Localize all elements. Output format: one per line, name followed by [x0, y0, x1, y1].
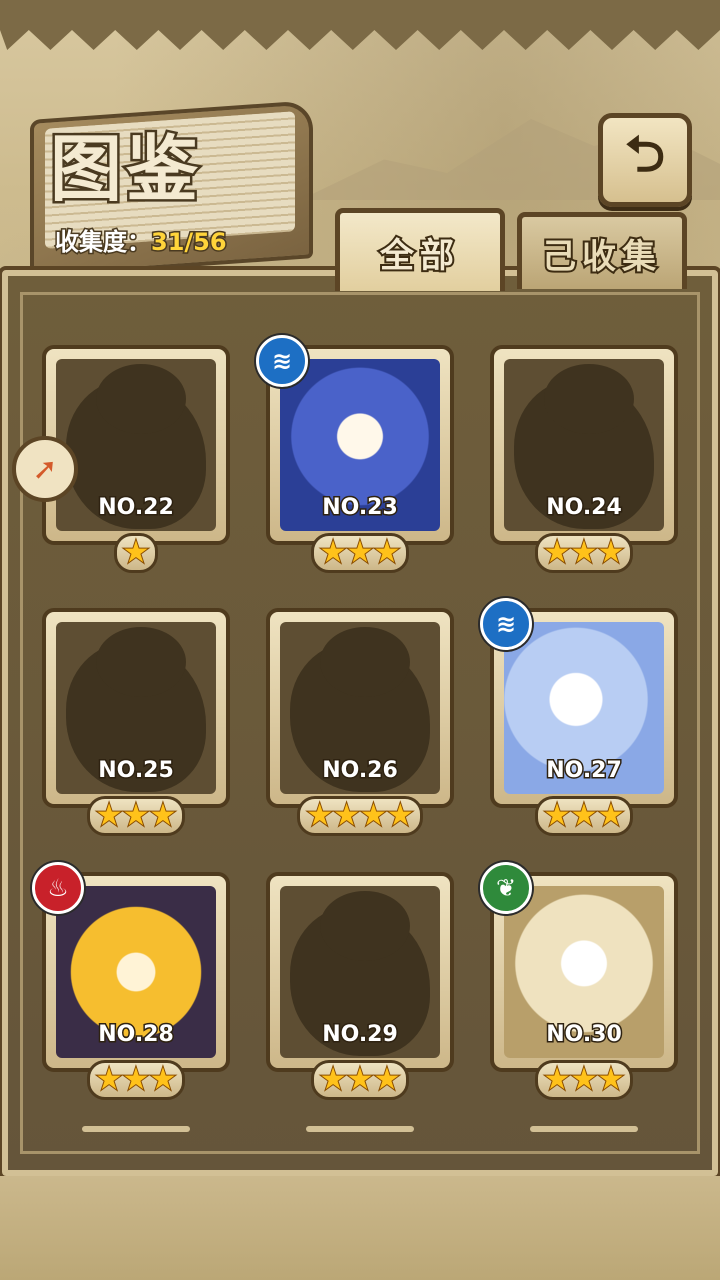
star-icons: ★★★ [319, 535, 402, 570]
card-number: NO.28 [97, 1021, 176, 1049]
collection-label: 收集度： [54, 227, 153, 258]
card-number: NO.23 [321, 494, 400, 522]
tab-all[interactable]: 全部 [335, 208, 505, 291]
water-element-icon: ≋ [480, 598, 532, 650]
star-icons: ★★★ [95, 798, 178, 833]
star-icons: ★ [122, 535, 151, 570]
star-rating: ★★★ [266, 533, 454, 573]
star-rating: ★★★ [490, 533, 678, 573]
card-number: NO.29 [321, 1021, 400, 1049]
star-rating: ★★★★ [266, 796, 454, 836]
star-icons: ★★★ [543, 798, 626, 833]
wind-element-icon: ❦ [480, 862, 532, 914]
tab-collected[interactable]: 己收集 [517, 212, 687, 289]
card-no-24[interactable]: NO.24 ★★★ [490, 345, 678, 573]
card-number: NO.27 [545, 757, 624, 785]
back-arrow-icon: ⮌ [624, 124, 666, 183]
card-no-28[interactable]: ♨ NO.28 ★★★ [32, 862, 230, 1100]
next-row-card-edge [82, 1126, 190, 1132]
card-no-26[interactable]: NO.26 ★★★★ [266, 608, 454, 836]
card-number: NO.22 [97, 494, 176, 522]
card-number: NO.25 [97, 757, 176, 785]
next-row-card-edge [306, 1126, 414, 1132]
star-rating: ★★★ [490, 1060, 678, 1100]
card-no-25[interactable]: NO.25 ★★★ [42, 608, 230, 836]
collection-value: 31/56 [150, 227, 229, 258]
back-button[interactable]: ⮌ [598, 113, 692, 207]
star-rating: ★★★ [42, 1060, 230, 1100]
next-row-card-edge [530, 1126, 638, 1132]
card-no-23[interactable]: ≋ NO.23 ★★★ [256, 335, 454, 573]
star-icons: ★★★ [543, 1062, 626, 1097]
pin-icon: ➚ [32, 451, 58, 487]
fire-element-icon: ♨ [32, 862, 84, 914]
water-element-icon: ≋ [256, 335, 308, 387]
card-no-30[interactable]: ❦ NO.30 ★★★ [480, 862, 678, 1100]
star-icons: ★★★ [543, 535, 626, 570]
card-number: NO.30 [545, 1021, 624, 1049]
star-icons: ★★★ [319, 1062, 402, 1097]
collection-progress: 收集度：31/56 [54, 222, 229, 258]
card-number: NO.26 [321, 757, 400, 785]
page-title: 图鉴 [47, 124, 203, 214]
star-rating: ★★★ [42, 796, 230, 836]
card-no-27[interactable]: ≋ NO.27 ★★★ [480, 598, 678, 836]
star-rating: ★★★ [266, 1060, 454, 1100]
star-rating: ★ [42, 533, 230, 573]
card-no-29[interactable]: NO.29 ★★★ [266, 872, 454, 1100]
star-icons: ★★★ [95, 1062, 178, 1097]
bottom-area [0, 1176, 720, 1280]
star-rating: ★★★ [490, 796, 678, 836]
card-number: NO.24 [545, 494, 624, 522]
pin-button[interactable]: ➚ [12, 436, 78, 502]
star-icons: ★★★★ [305, 798, 415, 833]
